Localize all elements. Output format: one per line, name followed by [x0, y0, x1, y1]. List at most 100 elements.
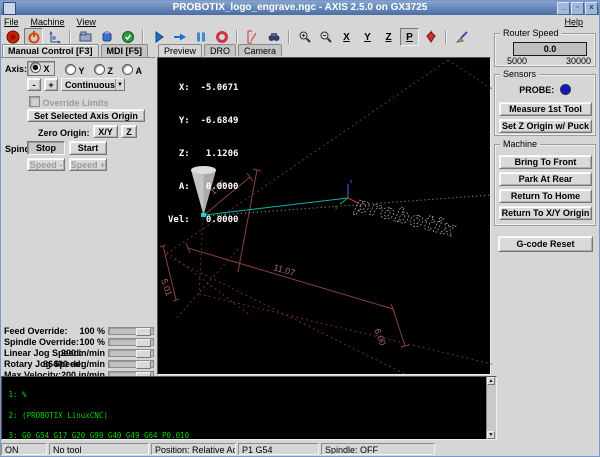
run-icon: [121, 31, 134, 43]
probe-label: PROBE:: [519, 85, 555, 95]
bring-to-front-button[interactable]: Bring To Front: [499, 155, 592, 169]
dro-y: Y: -6.6849: [168, 116, 239, 126]
pause-icon: [196, 32, 205, 42]
spindle-speed-minus-button[interactable]: Speed -: [27, 158, 65, 171]
spindle-override-value: 100 %: [79, 337, 105, 347]
menu-file[interactable]: File: [4, 17, 19, 27]
rotary-jog-speed-slider[interactable]: [108, 360, 154, 369]
machine-label: Machine: [500, 139, 541, 149]
menu-view[interactable]: View: [77, 17, 96, 27]
maximize-button[interactable]: ▫: [571, 2, 584, 15]
zero-origin-label: Zero Origin:: [38, 128, 90, 138]
override-limits-label: Override Limits: [42, 98, 109, 108]
sensors-label: Sensors: [500, 69, 540, 79]
rotate-view-icon: [425, 30, 436, 43]
minimize-button[interactable]: _: [557, 2, 570, 15]
scroll-down-icon[interactable]: ▼: [487, 431, 495, 439]
spindle-stop-button[interactable]: Stop: [27, 141, 65, 155]
linear-jog-speed-row: Linear Jog Speed: 200 in/min: [1, 348, 157, 358]
gcode-reset-button[interactable]: G-code Reset: [498, 236, 593, 252]
feed-override-label: Feed Override:: [4, 326, 68, 336]
gcode-scrollbar[interactable]: ▲ ▼: [486, 377, 496, 439]
toolbar-separator: [236, 30, 238, 44]
zero-xy-button[interactable]: X/Y: [93, 125, 118, 138]
axis-radio-z[interactable]: Z: [94, 64, 113, 76]
tab-preview[interactable]: Preview: [158, 44, 203, 57]
reload-icon: [102, 31, 111, 42]
override-limits-checkbox[interactable]: Override Limits: [29, 96, 109, 108]
axis-radio-y[interactable]: Y: [65, 64, 85, 76]
right-panel: Router Speed 0.0 5000 30000 Sensors PROB…: [492, 28, 600, 440]
dimension-width: 11.07: [272, 262, 296, 278]
close-button[interactable]: x: [585, 2, 598, 15]
scroll-up-icon[interactable]: ▲: [487, 377, 495, 385]
toolbar-separator: [288, 30, 290, 44]
menu-machine[interactable]: Machine: [31, 17, 65, 27]
menu-help[interactable]: Help: [564, 17, 583, 27]
measure-first-tool-button[interactable]: Measure 1st Tool: [499, 102, 592, 116]
tab-manual-control[interactable]: Manual Control [F3]: [2, 44, 99, 58]
jog-plus-button[interactable]: +: [44, 78, 58, 91]
step-icon: [173, 33, 186, 41]
estop-icon: [6, 30, 19, 44]
machine-group: Machine Bring To Front Park At Rear Retu…: [494, 139, 596, 226]
preview-panel: Preview DRO Camera 11.07 6.00 5.01 1.85 …: [156, 44, 492, 376]
dro-x: X: -5.0671: [168, 83, 239, 93]
jog-minus-button[interactable]: -: [27, 78, 41, 91]
toolpath-logo-text: probotix: [352, 191, 459, 241]
rotary-jog-speed-value: 86400 deg/min: [42, 359, 105, 369]
manual-control-body: Axis: X Y Z A - + Continuous ▼ Override …: [1, 57, 157, 380]
slider-thumb[interactable]: [136, 328, 151, 336]
park-at-rear-button[interactable]: Park At Rear: [499, 172, 592, 186]
menubar: File Machine View Help: [0, 15, 600, 28]
linear-jog-speed-slider[interactable]: [108, 349, 154, 358]
status-coordinate-system: P1 G54: [238, 443, 319, 455]
tab-dro[interactable]: DRO: [204, 44, 237, 56]
probe-led-icon: [559, 84, 571, 95]
axis-radio-a[interactable]: A: [122, 64, 142, 76]
status-tool: No tool: [49, 443, 149, 455]
window-title: PROBOTIX_logo_engrave.ngc - AXIS 2.5.0 o…: [172, 2, 428, 13]
feed-override-row: Feed Override: 100 %: [1, 326, 157, 336]
tab-camera[interactable]: Camera: [238, 44, 283, 56]
return-to-home-button[interactable]: Return To Home: [499, 189, 592, 203]
view-perspective-label: P: [406, 31, 413, 43]
rotary-jog-speed-row: Rotary Jog Speed: 86400 deg/min: [1, 359, 157, 369]
spindle-override-label: Spindle Override:: [4, 337, 80, 347]
return-to-xy-origin-button[interactable]: Return To X/Y Origin: [499, 206, 592, 220]
slider-thumb[interactable]: [136, 361, 151, 369]
feed-override-slider[interactable]: [108, 327, 154, 336]
linear-jog-speed-value: 200 in/min: [60, 348, 105, 358]
dro-readout: X: -5.0671 Y: -6.6849 Z: 1.1206 A: 0.000…: [168, 61, 238, 248]
spindle-speed-plus-button[interactable]: Speed +: [69, 158, 107, 171]
axis-radio-x[interactable]: X: [27, 61, 55, 76]
gcode-listing[interactable]: 1: % 2: (PROBOTIX LinuxCNC) 3: G0 G54 G1…: [1, 376, 497, 440]
spindle-start-button[interactable]: Start: [69, 141, 107, 155]
zoom-in-icon: [299, 31, 311, 43]
jog-mode-dropdown[interactable]: Continuous ▼: [61, 78, 125, 91]
svg-text:z: z: [350, 179, 353, 185]
set-axis-origin-button[interactable]: Set Selected Axis Origin: [27, 109, 145, 122]
preview-tabs: Preview DRO Camera: [158, 44, 284, 57]
set-z-origin-puck-button[interactable]: Set Z Origin w/ Puck: [499, 119, 592, 133]
slider-thumb[interactable]: [136, 339, 151, 347]
toolbar-separator: [142, 30, 144, 44]
dro-a: A: 0.0000: [168, 182, 239, 192]
tab-mdi[interactable]: MDI [F5]: [100, 44, 148, 57]
router-speed-group: Router Speed 0.0 5000 30000: [494, 28, 596, 67]
dimension-depth: 6.00: [372, 327, 388, 347]
dro-z: Z: 1.1206: [168, 149, 239, 159]
spindle-override-slider[interactable]: [108, 338, 154, 347]
zero-z-button[interactable]: Z: [121, 125, 137, 138]
axis-a-label: A: [135, 66, 143, 76]
machine-power-icon: [28, 31, 39, 44]
axis-z-label: Z: [107, 66, 114, 76]
preview-canvas[interactable]: 11.07 6.00 5.01 1.85 x y z probotix X: -…: [157, 57, 492, 375]
play-icon: [155, 31, 164, 43]
left-tabs: Manual Control [F3] MDI [F5]: [2, 44, 150, 58]
slider-thumb[interactable]: [136, 350, 151, 358]
jog-mode-value: Continuous: [65, 79, 115, 90]
gcode-line: 2: (PROBOTIX LinuxCNC): [4, 410, 108, 420]
gcode-line: 3: G0 G54 G17 G20 G90 G40 G49 G64 P0.010: [4, 431, 190, 438]
view-z-label: Z: [385, 31, 392, 43]
